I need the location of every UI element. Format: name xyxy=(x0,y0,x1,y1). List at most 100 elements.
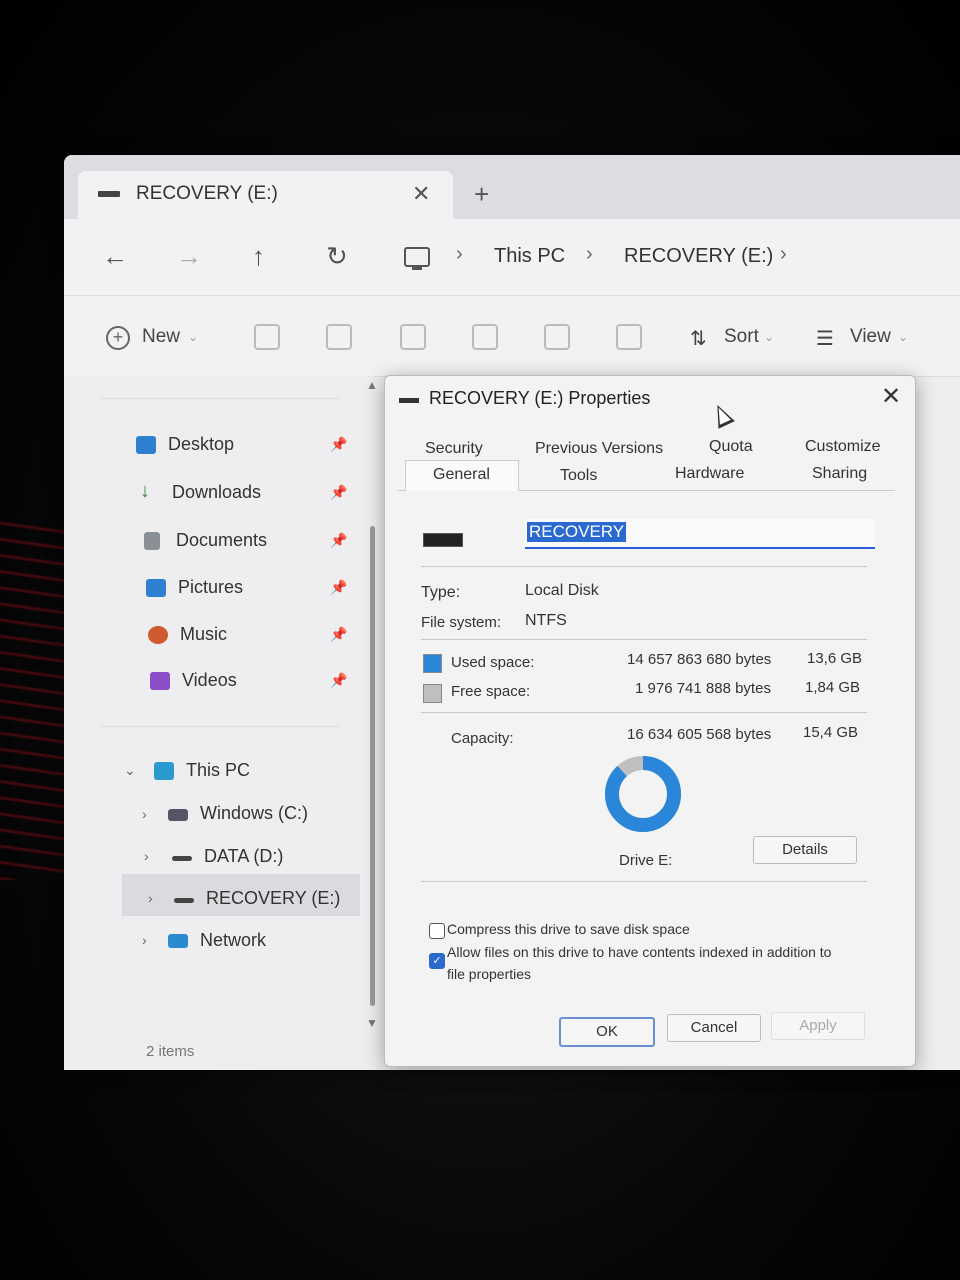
volume-name-selected-text: RECOVERY xyxy=(527,522,627,542)
donut-used-arc xyxy=(605,756,681,832)
sort-icon[interactable]: ⇅ xyxy=(690,326,707,351)
properties-dialog: RECOVERY (E:) Properties ✕ Security Prev… xyxy=(384,375,916,1067)
sidebar-scrollbar[interactable]: ▲ ▼ xyxy=(364,376,382,1030)
videos-icon xyxy=(150,672,170,690)
delete-icon[interactable] xyxy=(616,324,642,350)
refresh-icon[interactable]: ↻ xyxy=(326,241,348,272)
type-label: Type: xyxy=(421,584,461,601)
file-system-label: File system: xyxy=(421,614,502,631)
back-arrow-icon[interactable]: ← xyxy=(102,241,128,272)
index-checkbox[interactable]: ✓ xyxy=(429,953,445,969)
sidebar-item-label: Documents xyxy=(176,530,268,550)
pin-icon: 📌 xyxy=(330,532,348,548)
pin-icon: 📌 xyxy=(330,484,348,500)
tab-quota[interactable]: Quota xyxy=(709,438,753,456)
plus-icon[interactable]: + xyxy=(106,326,130,350)
up-arrow-icon[interactable]: ↑ xyxy=(252,241,265,272)
free-space-swatch xyxy=(423,684,442,703)
network-icon xyxy=(168,934,188,948)
chevron-right-icon[interactable]: › xyxy=(148,890,153,906)
tab-hardware[interactable]: Hardware xyxy=(675,465,744,483)
chevron-right-icon[interactable]: › xyxy=(144,848,149,864)
sidebar-item-label: Music xyxy=(180,624,228,644)
used-space-gb: 13,6 GB xyxy=(807,650,863,667)
computer-icon[interactable] xyxy=(404,247,430,270)
share-icon[interactable] xyxy=(544,324,570,350)
forward-arrow-icon[interactable]: → xyxy=(176,241,202,272)
breadcrumb-separator: › xyxy=(456,243,463,265)
sidebar-item-label: Downloads xyxy=(172,482,262,502)
windows-drive-icon xyxy=(168,809,188,821)
tab-sharing[interactable]: Sharing xyxy=(812,465,867,483)
chevron-right-icon[interactable]: › xyxy=(142,932,147,948)
view-button[interactable]: View xyxy=(850,326,891,348)
index-label-line1: Allow files on this drive to have conten… xyxy=(447,944,832,960)
pin-icon: 📌 xyxy=(330,436,348,452)
tab-general[interactable]: General xyxy=(433,466,490,484)
drive-icon xyxy=(172,856,192,861)
new-button[interactable]: New xyxy=(142,326,180,348)
sidebar-item-label: Pictures xyxy=(178,577,244,597)
chevron-down-icon: ⌄ xyxy=(898,330,909,344)
scroll-up-arrow-icon[interactable]: ▲ xyxy=(366,378,378,392)
breadcrumb-separator[interactable]: › xyxy=(780,243,787,266)
divider xyxy=(100,398,340,399)
sidebar-item-label: Network xyxy=(200,930,267,950)
used-space-swatch xyxy=(423,654,442,673)
pin-icon: 📌 xyxy=(330,626,348,642)
chevron-down-icon[interactable]: ⌄ xyxy=(124,762,136,779)
sidebar-item-label: DATA (D:) xyxy=(204,846,284,866)
details-button[interactable]: Details xyxy=(753,836,857,864)
tab-security[interactable]: Security xyxy=(425,440,483,458)
chevron-right-icon[interactable]: › xyxy=(142,806,147,822)
free-space-label: Free space: xyxy=(451,683,531,700)
download-icon: ↓ xyxy=(140,480,150,502)
rename-icon[interactable] xyxy=(472,324,498,350)
compress-checkbox[interactable] xyxy=(429,923,445,939)
tab-previous-versions[interactable]: Previous Versions xyxy=(535,440,663,458)
mouse-cursor-icon xyxy=(709,401,735,429)
used-space-bytes: 14 657 863 680 bytes xyxy=(627,651,772,668)
cut-icon[interactable] xyxy=(254,324,280,350)
volume-name-input[interactable]: RECOVERY xyxy=(525,519,875,549)
usage-donut-chart xyxy=(605,756,681,832)
sidebar-item-label: RECOVERY (E:) xyxy=(206,888,341,908)
tab-title: RECOVERY (E:) xyxy=(136,183,278,204)
free-space-bytes: 1 976 741 888 bytes xyxy=(635,680,771,697)
apply-button[interactable]: Apply xyxy=(771,1012,865,1040)
file-system-value: NTFS xyxy=(525,612,567,629)
drive-icon xyxy=(98,191,120,197)
copy-icon[interactable] xyxy=(326,324,352,350)
close-icon[interactable]: ✕ xyxy=(881,382,901,411)
cancel-button[interactable]: Cancel xyxy=(667,1014,761,1042)
pictures-icon xyxy=(146,579,166,597)
tab-tools[interactable]: Tools xyxy=(560,467,597,485)
divider xyxy=(421,566,867,567)
sidebar-item-label: Desktop xyxy=(168,434,235,454)
tab-recovery[interactable]: RECOVERY (E:) ✕ xyxy=(78,171,453,219)
navigation-pane: Desktop 📌 ↓ Downloads 📌 Documents 📌 Pict… xyxy=(64,376,374,1070)
scroll-thumb[interactable] xyxy=(370,526,375,1006)
chevron-down-icon: ⌄ xyxy=(188,330,199,344)
breadcrumb-recovery[interactable]: RECOVERY (E:) xyxy=(624,245,773,268)
divider xyxy=(421,881,867,882)
documents-icon xyxy=(144,532,160,550)
drive-large-icon xyxy=(423,533,463,547)
pin-icon: 📌 xyxy=(330,579,348,595)
command-bar: + New ⌄ ⇅ Sort ⌄ ☰ View ⌄ xyxy=(64,295,960,377)
computer-icon xyxy=(154,762,174,780)
drive-label: Drive E: xyxy=(619,852,673,869)
drive-icon xyxy=(174,898,194,903)
free-space-gb: 1,84 GB xyxy=(805,679,861,696)
drive-icon xyxy=(399,398,419,403)
paste-icon[interactable] xyxy=(400,324,426,350)
address-row: ← → ↑ ↻ › This PC › RECOVERY (E:) › xyxy=(64,219,960,295)
sort-button[interactable]: Sort xyxy=(724,326,759,348)
breadcrumb-this-pc[interactable]: This PC xyxy=(494,245,565,268)
tab-close-icon[interactable]: ✕ xyxy=(412,181,430,207)
view-icon[interactable]: ☰ xyxy=(816,326,834,351)
ok-button[interactable]: OK xyxy=(559,1017,655,1047)
tab-customize[interactable]: Customize xyxy=(805,438,881,456)
scroll-down-arrow-icon[interactable]: ▼ xyxy=(366,1016,378,1030)
new-tab-button[interactable]: + xyxy=(474,179,489,210)
